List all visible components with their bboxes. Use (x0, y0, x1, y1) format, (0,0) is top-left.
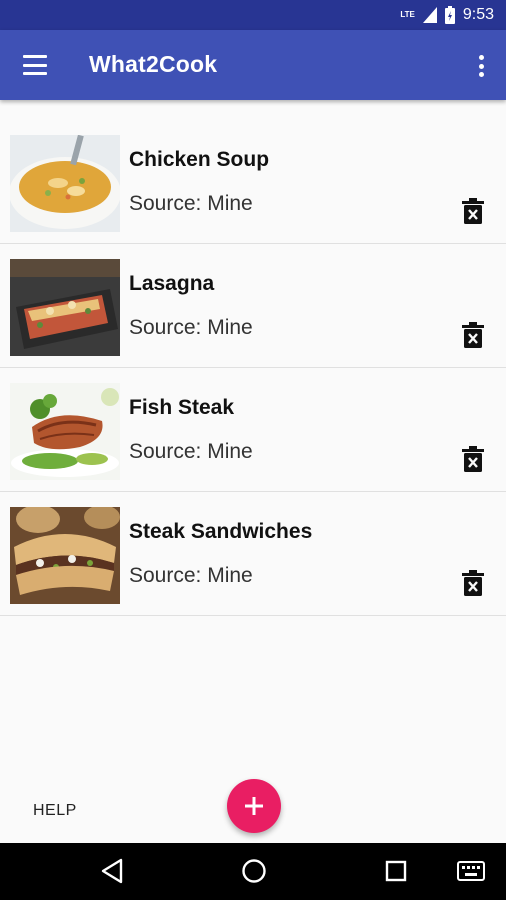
recipe-name: Chicken Soup (129, 148, 270, 171)
recipe-row[interactable]: Steak Sandwiches Source: Mine (0, 492, 506, 616)
battery-icon (444, 6, 455, 24)
app-bar: What2Cook (0, 30, 506, 100)
delete-icon[interactable] (462, 570, 484, 596)
signal-icon (422, 7, 437, 23)
system-navigation-bar (0, 843, 506, 900)
fish-steak-photo (10, 383, 120, 480)
recipe-name: Steak Sandwiches (129, 520, 313, 543)
delete-icon[interactable] (462, 322, 484, 348)
back-icon[interactable] (100, 858, 124, 884)
network-type: LTE (400, 10, 415, 19)
overflow-menu-icon[interactable] (474, 52, 488, 80)
recipe-list: Chicken Soup Source: Mine Lasagna Source… (0, 120, 506, 616)
lasagna-photo (10, 259, 120, 356)
app-title: What2Cook (89, 51, 218, 77)
status-bar: LTE 9:53 (0, 0, 506, 30)
recipe-row[interactable]: Fish Steak Source: Mine (0, 368, 506, 492)
recipe-source: Source: Mine (129, 564, 253, 587)
add-recipe-button[interactable] (227, 779, 281, 833)
recipe-source: Source: Mine (129, 440, 253, 463)
delete-icon[interactable] (462, 446, 484, 472)
steak-sandwich-photo (10, 507, 120, 604)
recipe-row[interactable]: Lasagna Source: Mine (0, 244, 506, 368)
help-button[interactable]: HELP (33, 802, 77, 820)
recipe-name: Lasagna (129, 272, 215, 295)
home-icon[interactable] (241, 858, 267, 884)
keyboard-icon[interactable] (457, 861, 485, 881)
recents-icon[interactable] (385, 858, 407, 884)
recipe-source: Source: Mine (129, 316, 253, 339)
clock: 9:53 (462, 6, 494, 23)
plus-icon (245, 797, 263, 815)
recipe-name: Fish Steak (129, 396, 235, 419)
recipe-row[interactable]: Chicken Soup Source: Mine (0, 120, 506, 244)
chicken-soup-photo (10, 135, 120, 232)
delete-icon[interactable] (462, 198, 484, 224)
recipe-source: Source: Mine (129, 192, 253, 215)
hamburger-menu-icon[interactable] (20, 52, 50, 78)
